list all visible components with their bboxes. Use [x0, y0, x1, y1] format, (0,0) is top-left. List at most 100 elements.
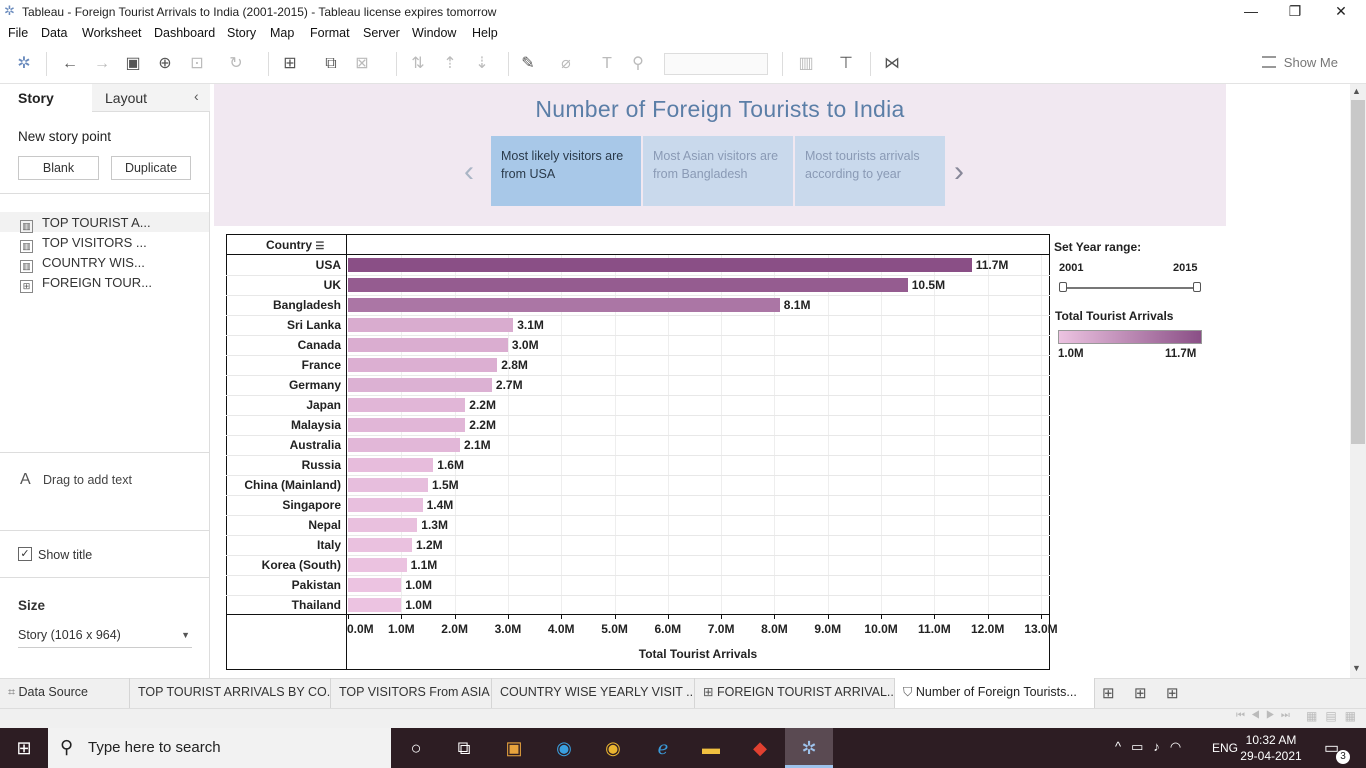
new-worksheet-icon[interactable]: ⊞	[280, 54, 300, 74]
bar[interactable]	[348, 438, 460, 452]
story-point-2[interactable]: Most Asian visitors are from Bangladesh	[643, 136, 793, 206]
year-slider-end-handle[interactable]	[1193, 282, 1201, 292]
menu-server[interactable]: Server	[363, 26, 400, 40]
country-label[interactable]: France	[228, 358, 341, 372]
blank-button[interactable]: Blank	[18, 156, 99, 180]
sort-descending-icon[interactable]: ⇣	[472, 54, 492, 74]
clear-sheet-icon[interactable]: ⊠	[352, 54, 372, 74]
bar[interactable]	[348, 458, 434, 472]
tab-country-wise[interactable]: COUNTRY WISE YEARLY VISIT ...	[492, 678, 695, 708]
new-data-source-icon[interactable]: ⊕	[155, 54, 175, 74]
sheet-item[interactable]: ▥ TOP VISITORS ...	[20, 235, 147, 253]
story-point-1[interactable]: Most likely visitors are from USA	[491, 136, 641, 206]
duplicate-sheet-icon[interactable]: ⧉	[321, 54, 341, 74]
country-label[interactable]: Germany	[228, 378, 341, 392]
sort-ascending-icon[interactable]: ⇡	[440, 54, 460, 74]
menu-data[interactable]: Data	[41, 26, 67, 40]
country-label[interactable]: Canada	[228, 338, 341, 352]
bar[interactable]	[348, 358, 498, 372]
edge-icon[interactable]: ◉	[551, 736, 577, 760]
refresh-icon[interactable]: ↻	[226, 54, 246, 74]
anydesk-icon[interactable]: ◆	[747, 736, 773, 760]
restore-button[interactable]: ❐	[1272, 0, 1318, 24]
windows-start-icon[interactable]: ⊞	[11, 736, 37, 760]
show-me-button[interactable]: Show Me	[1284, 55, 1338, 70]
collapse-pane-icon[interactable]: ‹	[194, 88, 199, 104]
bar[interactable]	[348, 598, 402, 612]
country-label[interactable]: UK	[228, 278, 341, 292]
country-label[interactable]: Korea (South)	[228, 558, 341, 572]
labels-icon[interactable]: T	[597, 54, 617, 74]
pause-updates-icon[interactable]: ⊡	[187, 54, 207, 74]
next-point-icon[interactable]: ›	[954, 155, 964, 189]
country-label[interactable]: Japan	[228, 398, 341, 412]
undo-icon[interactable]: ←	[60, 54, 80, 74]
country-label[interactable]: Pakistan	[228, 578, 341, 592]
bar[interactable]	[348, 498, 423, 512]
tableau-taskbar-icon[interactable]: ✲	[796, 736, 822, 760]
bar[interactable]	[348, 398, 466, 412]
clock[interactable]: 10:32 AM 29-04-2021	[1240, 732, 1302, 764]
cortana-icon[interactable]: ○	[403, 736, 429, 760]
country-label[interactable]: Nepal	[228, 518, 341, 532]
chrome-icon[interactable]: ◉	[600, 736, 626, 760]
year-slider-start-handle[interactable]	[1059, 282, 1067, 292]
swap-icon[interactable]: ⇅	[408, 54, 428, 74]
fit-dropdown[interactable]	[664, 53, 768, 75]
presentation-mode-icon[interactable]: ⊤	[836, 54, 856, 74]
tab-story[interactable]: Story	[18, 90, 54, 106]
prev-point-icon[interactable]: ‹	[464, 155, 474, 189]
size-dropdown[interactable]: Story (1016 x 964) ▼	[18, 628, 192, 648]
view-mode-icons[interactable]: ▦▤▦	[1306, 709, 1364, 723]
sheet-nav-icons[interactable]: ⏮◀▶⏭	[1236, 710, 1296, 721]
drag-text-label[interactable]: Drag to add text	[43, 473, 132, 487]
bar[interactable]	[348, 418, 466, 432]
menu-window[interactable]: Window	[412, 26, 456, 40]
sheet-item[interactable]: ▥ COUNTRY WIS...	[20, 255, 145, 273]
menu-map[interactable]: Map	[270, 26, 294, 40]
minimize-button[interactable]: —	[1228, 0, 1274, 24]
highlight-icon[interactable]: ✎	[518, 54, 538, 74]
tab-number-of-foreign-tourists[interactable]: ⛉ Number of Foreign Tourists...	[895, 678, 1095, 708]
sort-icon[interactable]: ☰	[315, 241, 324, 252]
show-title-checkbox[interactable]: ✓	[18, 547, 32, 561]
tab-foreign-tourist-arrival[interactable]: ⊞ FOREIGN TOURIST ARRIVAL...	[695, 678, 895, 708]
sheet-item[interactable]: ⊞ FOREIGN TOUR...	[20, 275, 152, 293]
tableau-logo-icon[interactable]: ✲	[14, 54, 34, 74]
scrollbar-thumb[interactable]	[1351, 100, 1365, 444]
close-button[interactable]: ✕	[1318, 0, 1364, 24]
bar[interactable]	[348, 538, 412, 552]
share-icon[interactable]: ⋈	[882, 54, 902, 74]
bar[interactable]	[348, 318, 514, 332]
sheet-item[interactable]: ▥ TOP TOURIST A...	[0, 212, 209, 233]
country-label[interactable]: Malaysia	[228, 418, 341, 432]
tray-icons[interactable]: ^▭♪◠	[1115, 739, 1191, 755]
year-slider-track[interactable]	[1062, 287, 1198, 289]
new-worksheet-tab-icon[interactable]: ⊞	[1102, 684, 1115, 702]
ie-icon[interactable]: ℯ	[650, 736, 676, 760]
tab-data-source[interactable]: ⌗ Data Source	[0, 678, 130, 708]
country-label[interactable]: Sri Lanka	[228, 318, 341, 332]
scroll-down-icon[interactable]: ▼	[1352, 663, 1361, 673]
bar[interactable]	[348, 278, 908, 292]
bar[interactable]	[348, 258, 972, 272]
tab-layout[interactable]: Layout	[105, 90, 147, 106]
file-explorer-icon[interactable]: ▬	[698, 736, 724, 760]
bar[interactable]	[348, 378, 492, 392]
tab-top-visitors-asia[interactable]: TOP VISITORS From ASIA	[331, 678, 492, 708]
new-dashboard-tab-icon[interactable]: ⊞	[1134, 684, 1147, 702]
language-indicator[interactable]: ENG	[1212, 741, 1238, 755]
bar[interactable]	[348, 518, 418, 532]
country-label[interactable]: Bangladesh	[228, 298, 341, 312]
pin-icon[interactable]: ⚲	[628, 54, 648, 74]
country-label[interactable]: Italy	[228, 538, 341, 552]
menu-format[interactable]: Format	[310, 26, 350, 40]
country-label[interactable]: Russia	[228, 458, 341, 472]
bar[interactable]	[348, 478, 428, 492]
duplicate-button[interactable]: Duplicate	[111, 156, 191, 180]
bar[interactable]	[348, 338, 508, 352]
country-header[interactable]: Country ☰	[266, 238, 324, 252]
new-story-tab-icon[interactable]: ⊞	[1166, 684, 1179, 702]
bar[interactable]	[348, 558, 407, 572]
group-icon[interactable]: ⌀	[556, 54, 576, 74]
